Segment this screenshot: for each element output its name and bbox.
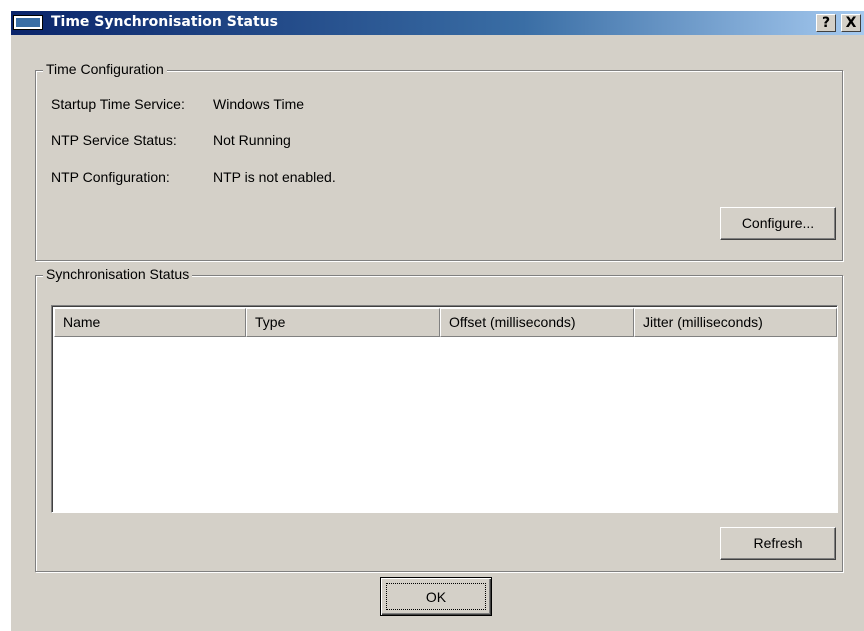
ntp-service-status-value: Not Running — [213, 132, 291, 148]
column-header-offset[interactable]: Offset (milliseconds) — [440, 308, 634, 337]
startup-time-service-label: Startup Time Service: — [51, 96, 185, 112]
ok-button[interactable]: OK — [380, 577, 492, 616]
synchronisation-status-group: Synchronisation Status Name Type Offset … — [35, 266, 843, 572]
startup-time-service-value: Windows Time — [213, 96, 305, 112]
title-bar[interactable]: Time Synchronisation Status ? X — [11, 11, 864, 35]
time-configuration-group: Time Configuration Startup Time Service:… — [35, 61, 843, 261]
column-header-jitter[interactable]: Jitter (milliseconds) — [634, 308, 837, 337]
sync-status-list[interactable]: Name Type Offset (milliseconds) Jitter (… — [51, 305, 838, 513]
ok-button-label: OK — [386, 583, 486, 610]
window-title: Time Synchronisation Status — [51, 14, 278, 30]
close-button[interactable]: X — [841, 14, 861, 32]
column-header-name[interactable]: Name — [54, 308, 246, 337]
list-header: Name Type Offset (milliseconds) Jitter (… — [54, 308, 837, 337]
ntp-configuration-label: NTP Configuration: — [51, 169, 170, 185]
ntp-service-status-label: NTP Service Status: — [51, 132, 177, 148]
synchronisation-status-legend: Synchronisation Status — [43, 266, 193, 282]
time-configuration-legend: Time Configuration — [43, 61, 167, 77]
time-sync-dialog: Time Synchronisation Status ? X Time Con… — [10, 10, 864, 631]
window-icon — [13, 15, 43, 30]
column-header-type[interactable]: Type — [246, 308, 440, 337]
refresh-button[interactable]: Refresh — [720, 527, 836, 560]
configure-button[interactable]: Configure... — [720, 207, 836, 240]
help-button[interactable]: ? — [816, 14, 836, 32]
ntp-configuration-value: NTP is not enabled. — [213, 169, 336, 185]
